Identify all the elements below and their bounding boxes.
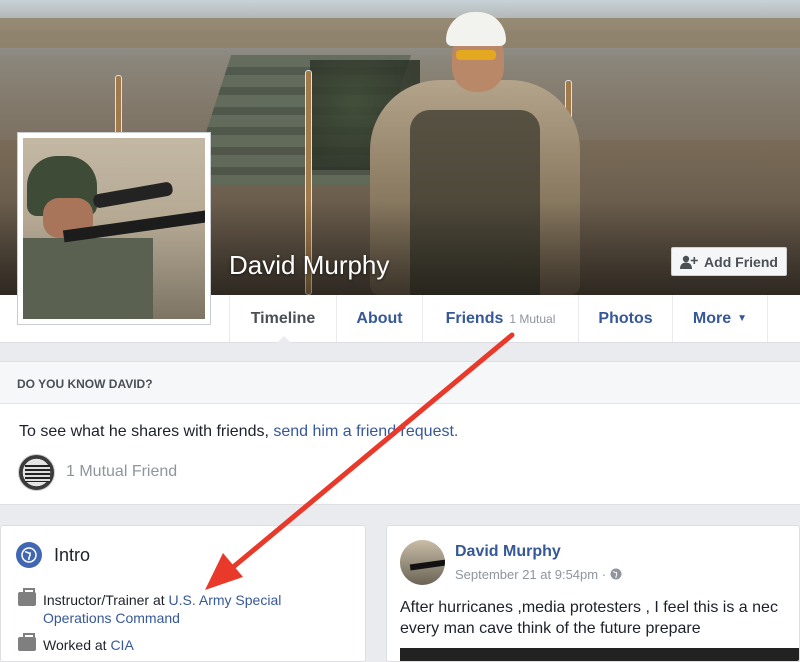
- briefcase-icon: [18, 588, 36, 606]
- employer-link-continued[interactable]: Operations Command: [43, 610, 180, 626]
- add-friend-label: Add Friend: [704, 253, 778, 270]
- add-friend-icon: [680, 255, 698, 269]
- briefcase-icon: [18, 633, 36, 651]
- timeline-post: David Murphy September 21 at 9:54pm · Af…: [386, 525, 800, 662]
- avatar[interactable]: [18, 454, 55, 491]
- work-entry: Worked at CIA: [43, 637, 134, 653]
- employer-link[interactable]: U.S. Army Special: [169, 592, 282, 608]
- friend-request-prompt: To see what he shares with friends, send…: [19, 423, 459, 440]
- avatar[interactable]: [400, 540, 445, 585]
- post-media[interactable]: [400, 648, 799, 661]
- globe-icon: [610, 568, 622, 580]
- work-entry: Instructor/Trainer at U.S. Army Special …: [43, 592, 282, 626]
- mutual-friend-link[interactable]: 1 Mutual Friend: [66, 463, 177, 481]
- intro-card: Intro Instructor/Trainer at U.S. Army Sp…: [0, 525, 366, 662]
- active-tab-indicator: [276, 336, 292, 344]
- tab-friends[interactable]: Friends 1 Mutual: [422, 295, 578, 342]
- post-timestamp[interactable]: September 21 at 9:54pm ·: [455, 567, 622, 582]
- post-author[interactable]: David Murphy: [455, 543, 561, 561]
- add-friend-button[interactable]: Add Friend: [671, 247, 787, 276]
- card-header: DO YOU KNOW DAVID?: [0, 362, 800, 404]
- tab-timeline[interactable]: Timeline: [229, 295, 336, 342]
- do-you-know-card: DO YOU KNOW DAVID? To see what he shares…: [0, 361, 800, 505]
- profile-name[interactable]: David Murphy: [229, 250, 389, 281]
- tab-photos[interactable]: Photos: [578, 295, 672, 342]
- globe-icon: [16, 542, 42, 568]
- tab-more[interactable]: More ▼: [672, 295, 768, 342]
- post-body: After hurricanes ,media protesters , I f…: [400, 599, 778, 637]
- chevron-down-icon: ▼: [737, 313, 748, 324]
- profile-picture[interactable]: [17, 132, 211, 325]
- employer-link[interactable]: CIA: [110, 637, 133, 653]
- tab-about[interactable]: About: [336, 295, 422, 342]
- mutual-count: 1 Mutual: [509, 311, 556, 326]
- send-friend-request-link[interactable]: send him a friend request.: [273, 423, 458, 440]
- intro-title: Intro: [54, 545, 91, 565]
